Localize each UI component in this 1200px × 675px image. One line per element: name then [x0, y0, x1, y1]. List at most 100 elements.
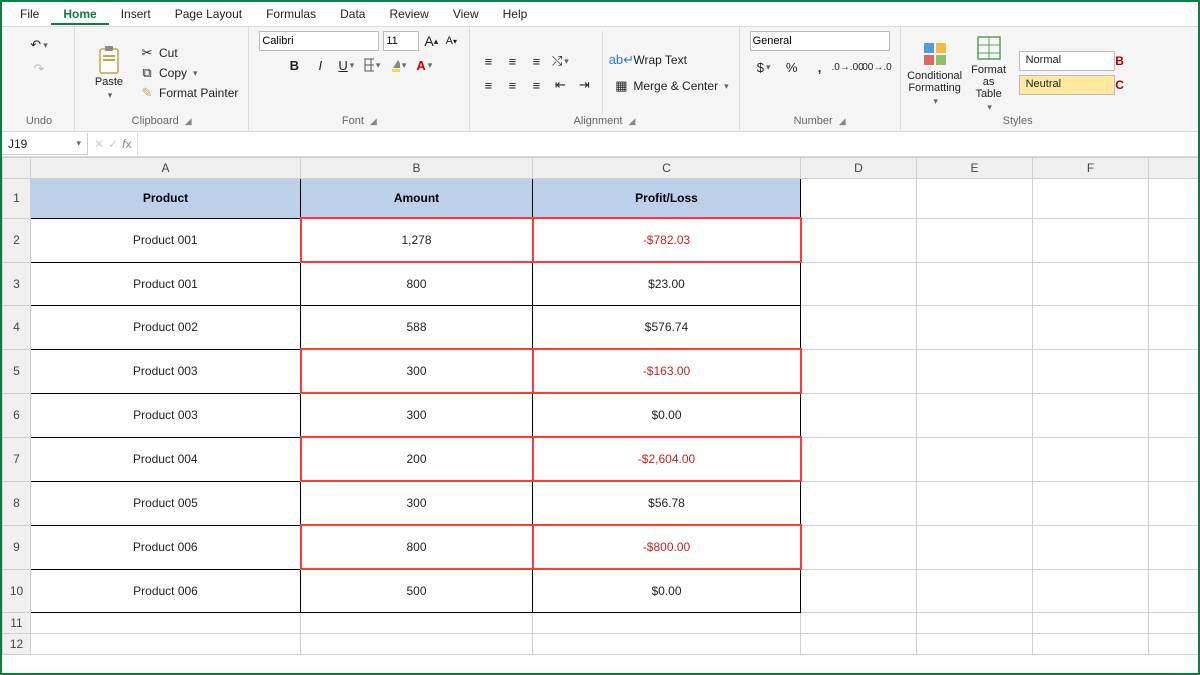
cell-profit-loss[interactable]: $56.78	[533, 481, 801, 525]
cell[interactable]	[801, 179, 917, 219]
cell[interactable]	[917, 349, 1033, 393]
cell[interactable]	[1149, 218, 1199, 262]
table-header-cell[interactable]: Product	[31, 179, 301, 219]
align-center-icon[interactable]: ≡	[504, 77, 520, 93]
format-painter-button[interactable]: ✎ Format Painter	[139, 85, 238, 101]
cell[interactable]	[801, 634, 917, 655]
cell[interactable]	[801, 349, 917, 393]
cell-product[interactable]: Product 001	[31, 262, 301, 306]
cell[interactable]	[1149, 306, 1199, 350]
cell[interactable]	[1149, 393, 1199, 437]
column-header-E[interactable]: E	[917, 158, 1033, 179]
row-header[interactable]: 9	[3, 525, 31, 569]
cell[interactable]	[533, 634, 801, 655]
copy-button[interactable]: ⧉ Copy ▾	[139, 65, 238, 81]
cell[interactable]	[917, 634, 1033, 655]
cell-amount[interactable]: 800	[301, 525, 533, 569]
cut-button[interactable]: ✂ Cut	[139, 45, 238, 61]
cell[interactable]	[1149, 179, 1199, 219]
cell[interactable]	[917, 218, 1033, 262]
align-left-icon[interactable]: ≡	[480, 77, 496, 93]
paste-button[interactable]: Paste ▾	[85, 46, 133, 101]
dialog-launcher-icon[interactable]: ◢	[839, 116, 846, 127]
cell[interactable]	[917, 613, 1033, 634]
cell-amount[interactable]: 300	[301, 349, 533, 393]
cell-profit-loss[interactable]: -$163.00	[533, 349, 801, 393]
cell[interactable]	[31, 613, 301, 634]
row-header[interactable]: 10	[3, 569, 31, 613]
wrap-text-button[interactable]: ab↵ Wrap Text	[613, 52, 728, 68]
cell[interactable]	[917, 306, 1033, 350]
cell-amount[interactable]: 588	[301, 306, 533, 350]
tab-insert[interactable]: Insert	[109, 4, 163, 25]
cell-product[interactable]: Product 006	[31, 569, 301, 613]
merge-center-button[interactable]: ▦ Merge & Center ▾	[613, 78, 728, 94]
cell-product[interactable]: Product 005	[31, 481, 301, 525]
cell-amount[interactable]: 1,278	[301, 218, 533, 262]
cell-amount[interactable]: 200	[301, 437, 533, 481]
cell[interactable]	[1033, 393, 1149, 437]
cell[interactable]	[1033, 349, 1149, 393]
dialog-launcher-icon[interactable]: ◢	[370, 116, 377, 127]
column-header-A[interactable]: A	[31, 158, 301, 179]
cell-product[interactable]: Product 003	[31, 349, 301, 393]
tab-data[interactable]: Data	[328, 4, 377, 25]
cell[interactable]	[1149, 481, 1199, 525]
percent-format-button[interactable]: %	[784, 59, 800, 75]
fill-color-button[interactable]: ▾	[390, 57, 406, 73]
cell[interactable]	[917, 481, 1033, 525]
cell-amount[interactable]: 500	[301, 569, 533, 613]
cell-product[interactable]: Product 004	[31, 437, 301, 481]
align-top-icon[interactable]: ≡	[480, 53, 496, 69]
tab-help[interactable]: Help	[491, 4, 540, 25]
cell[interactable]	[1149, 634, 1199, 655]
font-color-button[interactable]: A▾	[416, 57, 432, 73]
cell[interactable]	[917, 262, 1033, 306]
cell[interactable]	[1033, 634, 1149, 655]
decrease-indent-icon[interactable]: ⇤	[552, 77, 568, 93]
cancel-formula-icon[interactable]: ✕	[94, 137, 104, 151]
row-header[interactable]: 3	[3, 262, 31, 306]
cell-profit-loss[interactable]: -$800.00	[533, 525, 801, 569]
column-header-C[interactable]: C	[533, 158, 801, 179]
cell-amount[interactable]: 300	[301, 393, 533, 437]
cell-profit-loss[interactable]: $0.00	[533, 569, 801, 613]
row-header[interactable]: 8	[3, 481, 31, 525]
tab-view[interactable]: View	[441, 4, 491, 25]
cell[interactable]	[917, 393, 1033, 437]
cell-style-normal[interactable]: Normal	[1019, 51, 1115, 71]
row-header[interactable]: 6	[3, 393, 31, 437]
dialog-launcher-icon[interactable]: ◢	[628, 116, 635, 127]
cell-style-calc-cut[interactable]: C	[1115, 78, 1125, 92]
font-name-select[interactable]	[259, 31, 379, 51]
cell[interactable]	[801, 437, 917, 481]
cell[interactable]	[801, 262, 917, 306]
enter-formula-icon[interactable]: ✓	[108, 137, 118, 151]
cell-product[interactable]: Product 006	[31, 525, 301, 569]
row-header[interactable]: 5	[3, 349, 31, 393]
cell[interactable]	[1033, 262, 1149, 306]
cell-profit-loss[interactable]: $0.00	[533, 393, 801, 437]
cell[interactable]	[801, 218, 917, 262]
cell[interactable]	[1149, 437, 1199, 481]
cell[interactable]	[1033, 525, 1149, 569]
bold-button[interactable]: B	[286, 57, 302, 73]
cell-style-bad-cut[interactable]: B	[1115, 54, 1125, 68]
column-header-D[interactable]: D	[801, 158, 917, 179]
cell[interactable]	[1033, 179, 1149, 219]
select-all-triangle[interactable]	[3, 158, 31, 179]
cell[interactable]	[1149, 525, 1199, 569]
cell-product[interactable]: Product 001	[31, 218, 301, 262]
tab-file[interactable]: File	[8, 4, 51, 25]
cell[interactable]	[1033, 306, 1149, 350]
cell[interactable]	[917, 569, 1033, 613]
cell[interactable]	[1033, 613, 1149, 634]
comma-format-button[interactable]: ,	[812, 59, 828, 75]
row-header[interactable]: 7	[3, 437, 31, 481]
cell-style-neutral[interactable]: Neutral	[1019, 75, 1115, 95]
row-header[interactable]: 11	[3, 613, 31, 634]
row-header[interactable]: 4	[3, 306, 31, 350]
redo-icon[interactable]: ↷	[31, 61, 47, 77]
cell[interactable]	[1149, 349, 1199, 393]
conditional-formatting-button[interactable]: Conditional Formatting▾	[911, 40, 959, 107]
